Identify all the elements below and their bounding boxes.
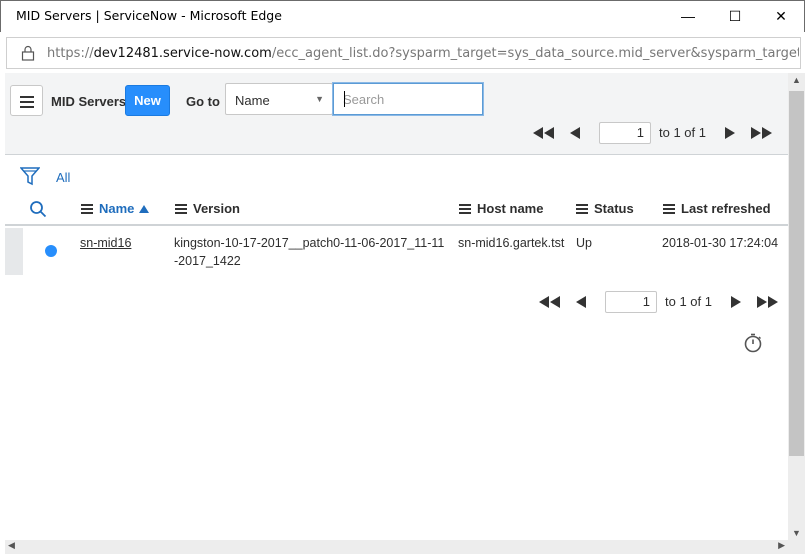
column-menu-icon[interactable] — [459, 203, 471, 214]
next-page-button[interactable] — [722, 122, 738, 144]
pagination-top: 1 to 1 of 1 — [530, 122, 780, 144]
double-left-icon — [539, 296, 560, 308]
column-label: Host name — [477, 201, 544, 216]
column-menu-icon[interactable] — [576, 203, 588, 214]
last-page-button[interactable] — [754, 291, 782, 313]
page-number-input[interactable]: 1 — [599, 122, 651, 144]
left-arrow-icon — [570, 127, 580, 139]
filter-breadcrumb-row: All — [5, 156, 788, 191]
page-content: MID Servers New Go to Name ▼ 1 to 1 of 1 — [5, 73, 788, 540]
record-preview-icon[interactable] — [45, 245, 57, 257]
page-range-text: to 1 of 1 — [659, 125, 706, 140]
sort-ascending-icon — [139, 204, 150, 213]
list-header: MID Servers New Go to Name ▼ 1 to 1 of 1 — [5, 73, 788, 155]
chevron-down-icon: ▼ — [315, 94, 324, 104]
column-menu-icon[interactable] — [81, 203, 93, 214]
column-header-host-name[interactable]: Host name — [459, 201, 543, 216]
window-title: MID Servers | ServiceNow - Microsoft Edg… — [16, 8, 282, 23]
address-bar[interactable]: https://dev12481.service-now.com/ecc_age… — [6, 37, 801, 69]
pagination-bottom: 1 to 1 of 1 — [536, 291, 786, 313]
table-row[interactable]: sn-mid16 kingston-10-17-2017__patch0-11-… — [5, 228, 788, 275]
scrollbar-thumb[interactable] — [789, 91, 804, 456]
search-input[interactable] — [343, 85, 483, 113]
next-page-button[interactable] — [728, 291, 744, 313]
scroll-down-icon[interactable]: ▼ — [792, 528, 801, 538]
maximize-button[interactable]: ☐ — [712, 1, 758, 31]
stopwatch-icon[interactable] — [743, 333, 763, 353]
url-prefix: https:// — [47, 46, 94, 61]
page-number-input[interactable]: 1 — [605, 291, 657, 313]
search-field[interactable] — [333, 83, 483, 115]
double-right-icon — [751, 127, 772, 139]
prev-page-button[interactable] — [567, 122, 583, 144]
hamburger-line — [20, 101, 34, 103]
column-header-last-refreshed[interactable]: Last refreshed — [663, 201, 771, 216]
minimize-button[interactable]: — — [665, 1, 711, 31]
column-header-name[interactable]: Name — [81, 201, 150, 216]
list-context-menu-button[interactable] — [10, 85, 43, 116]
double-right-icon — [757, 296, 778, 308]
left-arrow-icon — [576, 296, 586, 308]
column-header-status[interactable]: Status — [576, 201, 634, 216]
cell-host-name: sn-mid16.gartek.tst — [458, 236, 565, 250]
hamburger-line — [20, 106, 34, 108]
column-menu-icon[interactable] — [663, 203, 675, 214]
column-menu-icon[interactable] — [175, 203, 187, 214]
page-range-text: to 1 of 1 — [665, 294, 712, 309]
column-label: Status — [594, 201, 634, 216]
column-label: Name — [99, 201, 135, 216]
new-button[interactable]: New — [125, 85, 170, 116]
first-page-button[interactable] — [530, 122, 558, 144]
url-text[interactable]: https://dev12481.service-now.com/ecc_age… — [47, 46, 799, 61]
horizontal-scrollbar[interactable]: ◀ ▶ — [5, 540, 788, 554]
scroll-right-icon[interactable]: ▶ — [778, 540, 785, 551]
cell-version: kingston-10-17-2017__patch0-11-06-2017_1… — [174, 236, 445, 268]
cell-last-refreshed: 2018-01-30 17:24:04 — [662, 236, 779, 250]
hamburger-menu-icon — [20, 96, 34, 98]
column-label: Version — [193, 201, 240, 216]
text-cursor — [344, 91, 345, 107]
column-label: Last refreshed — [681, 201, 771, 216]
first-page-button[interactable] — [536, 291, 564, 313]
scrollbar-corner — [788, 540, 805, 554]
breadcrumb-all-link[interactable]: All — [56, 170, 70, 185]
cell-name-link[interactable]: sn-mid16 — [80, 234, 170, 252]
row-select-cell[interactable] — [5, 228, 23, 275]
search-icon[interactable] — [29, 200, 47, 218]
prev-page-button[interactable] — [573, 291, 589, 313]
url-path: /ecc_agent_list.do?sysparm_target=sys_da… — [271, 46, 799, 61]
goto-field-value: Name — [235, 93, 270, 108]
double-left-icon — [533, 127, 554, 139]
scroll-up-icon[interactable]: ▲ — [792, 75, 801, 85]
last-page-button[interactable] — [748, 122, 776, 144]
lock-icon — [21, 45, 35, 61]
table-header: Name Version Host name Status Last refre… — [5, 191, 788, 226]
column-header-version[interactable]: Version — [175, 201, 240, 216]
goto-field-select[interactable]: Name ▼ — [225, 83, 333, 115]
close-button[interactable]: ✕ — [758, 1, 804, 31]
cell-status: Up — [576, 236, 592, 250]
list-title: MID Servers — [51, 94, 127, 109]
scroll-left-icon[interactable]: ◀ — [8, 540, 15, 551]
vertical-scrollbar[interactable]: ▲ ▼ — [788, 73, 805, 540]
right-arrow-icon — [731, 296, 741, 308]
goto-label: Go to — [186, 94, 220, 109]
right-arrow-icon — [725, 127, 735, 139]
window-titlebar: MID Servers | ServiceNow - Microsoft Edg… — [0, 0, 805, 32]
url-host: dev12481.service-now.com — [93, 46, 272, 61]
filter-funnel-icon[interactable] — [20, 166, 40, 186]
